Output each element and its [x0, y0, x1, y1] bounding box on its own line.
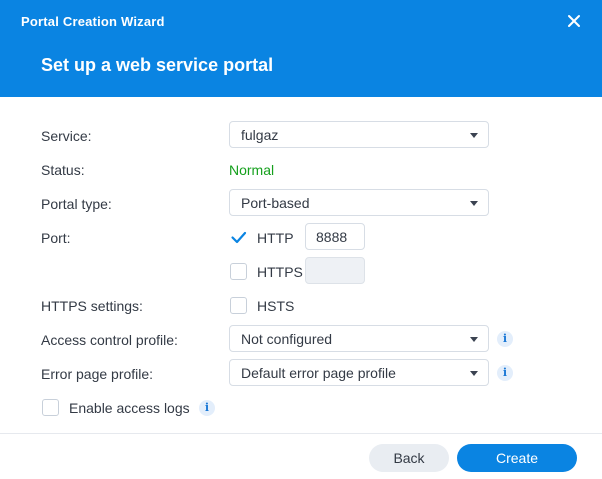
- service-label: Service:: [41, 128, 92, 144]
- https-checkbox[interactable]: [230, 263, 247, 280]
- port-label: Port:: [41, 230, 71, 246]
- dialog-header: Portal Creation Wizard Set up a web serv…: [0, 0, 602, 97]
- error-page-profile-label: Error page profile:: [41, 366, 154, 382]
- close-button[interactable]: [564, 11, 584, 31]
- hsts-label: HSTS: [257, 298, 295, 314]
- info-icon[interactable]: i: [497, 331, 513, 347]
- status-label: Status:: [41, 162, 85, 178]
- chevron-down-icon: [470, 133, 478, 138]
- create-button[interactable]: Create: [457, 444, 577, 472]
- status-value: Normal: [229, 162, 275, 178]
- footer-divider: [0, 433, 602, 434]
- back-button[interactable]: Back: [369, 444, 449, 472]
- https-settings-label: HTTPS settings:: [41, 298, 143, 314]
- chevron-down-icon: [470, 337, 478, 342]
- window-title: Portal Creation Wizard: [21, 14, 165, 29]
- close-icon: [568, 15, 580, 27]
- http-port-input[interactable]: [305, 223, 365, 250]
- portal-creation-dialog: Portal Creation Wizard Set up a web serv…: [0, 0, 602, 479]
- hsts-checkbox[interactable]: [230, 297, 247, 314]
- portal-type-value: Port-based: [241, 195, 310, 211]
- error-page-profile-value: Default error page profile: [241, 365, 396, 381]
- chevron-down-icon: [470, 201, 478, 206]
- https-label: HTTPS: [257, 264, 303, 280]
- access-logs-label: Enable access logs: [69, 400, 190, 416]
- error-page-profile-select[interactable]: Default error page profile: [229, 359, 489, 386]
- access-control-profile-label: Access control profile:: [41, 332, 178, 348]
- access-control-profile-select[interactable]: Not configured: [229, 325, 489, 352]
- info-icon[interactable]: i: [497, 365, 513, 381]
- http-label: HTTP: [257, 230, 294, 246]
- chevron-down-icon: [470, 371, 478, 376]
- service-value: fulgaz: [241, 127, 279, 143]
- portal-type-select[interactable]: Port-based: [229, 189, 489, 216]
- portal-type-label: Portal type:: [41, 196, 112, 212]
- checkmark-icon: [231, 231, 247, 244]
- access-logs-checkbox[interactable]: [42, 399, 59, 416]
- service-select[interactable]: fulgaz: [229, 121, 489, 148]
- page-title: Set up a web service portal: [41, 55, 274, 75]
- http-checkbox[interactable]: [230, 229, 247, 246]
- info-icon[interactable]: i: [199, 400, 215, 416]
- access-control-profile-value: Not configured: [241, 331, 333, 347]
- https-port-input[interactable]: [305, 257, 365, 284]
